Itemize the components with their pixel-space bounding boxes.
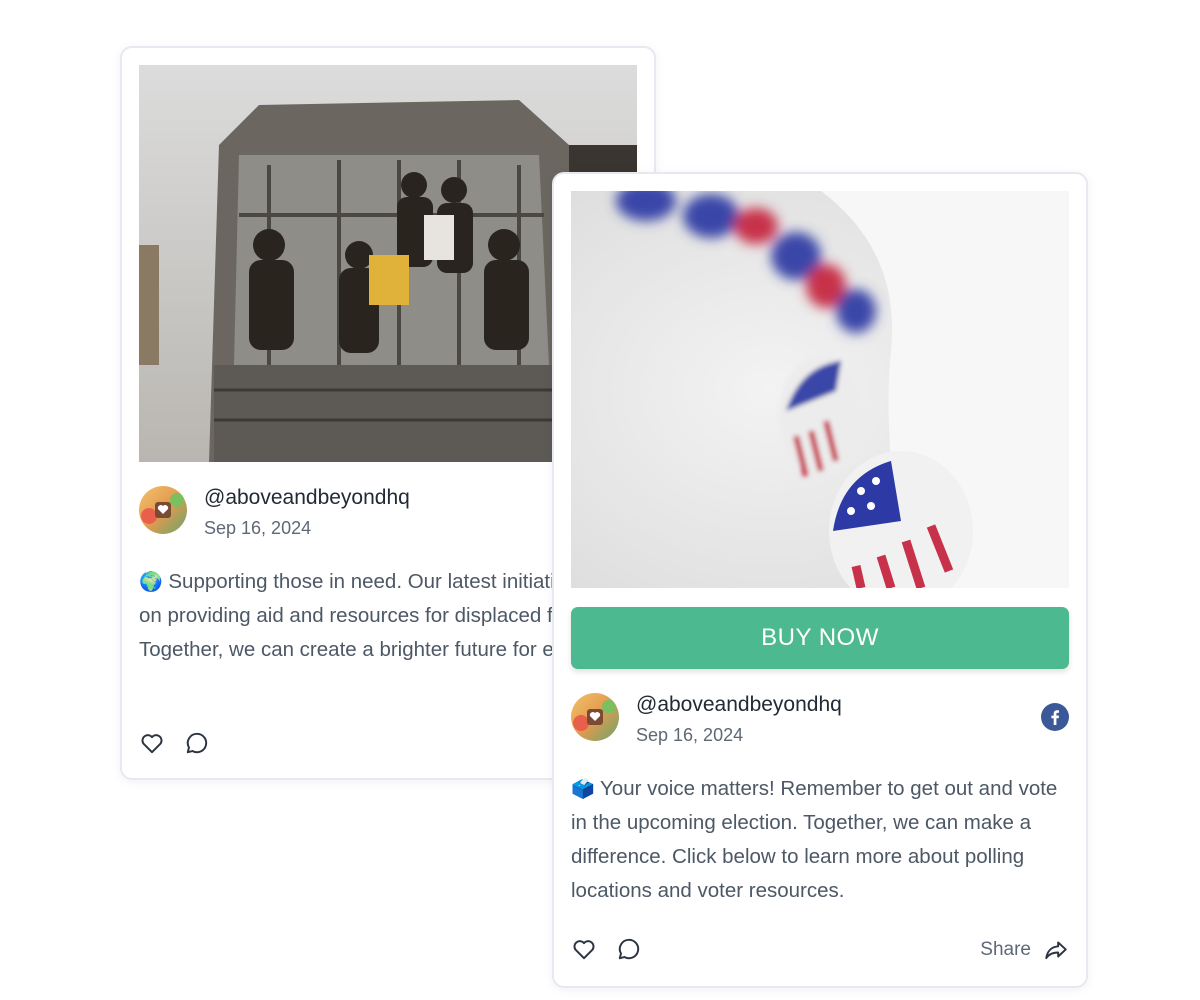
avatar[interactable] bbox=[139, 486, 187, 534]
avatar-image bbox=[139, 486, 187, 534]
ballot-box-emoji: 🗳️ bbox=[571, 778, 595, 800]
voted-stickers-illustration bbox=[571, 191, 1069, 588]
post-author: @aboveandbeyondhq Sep 16, 2024 bbox=[571, 693, 1069, 749]
post-caption-text: Your voice matters! Remember to get out … bbox=[571, 777, 1058, 902]
post-date: Sep 16, 2024 bbox=[636, 725, 744, 745]
post-caption: 🗳️ Your voice matters! Remember to get o… bbox=[571, 772, 1076, 908]
globe-emoji: 🌍 bbox=[139, 571, 163, 593]
share-label: Share bbox=[980, 939, 1031, 960]
heart-icon[interactable] bbox=[571, 936, 597, 962]
post-actions: Share bbox=[571, 936, 1069, 966]
author-handle[interactable]: @aboveandbeyondhq bbox=[204, 486, 410, 510]
avatar[interactable] bbox=[571, 693, 619, 741]
buy-now-button[interactable]: BUY NOW bbox=[571, 607, 1069, 669]
author-handle[interactable]: @aboveandbeyondhq bbox=[636, 693, 842, 717]
share-button[interactable]: Share bbox=[980, 936, 1069, 964]
facebook-icon[interactable] bbox=[1041, 703, 1069, 731]
post-image-voted-stickers[interactable] bbox=[571, 191, 1069, 588]
post-card-vote[interactable]: BUY NOW @aboveandbeyondhq Sep 16, 2024 🗳… bbox=[552, 172, 1088, 988]
share-arrow-icon bbox=[1045, 941, 1067, 960]
avatar-image bbox=[571, 693, 619, 741]
post-date: Sep 16, 2024 bbox=[204, 518, 312, 538]
heart-icon[interactable] bbox=[139, 730, 165, 756]
comment-icon[interactable] bbox=[184, 730, 210, 756]
comment-icon[interactable] bbox=[616, 936, 642, 962]
